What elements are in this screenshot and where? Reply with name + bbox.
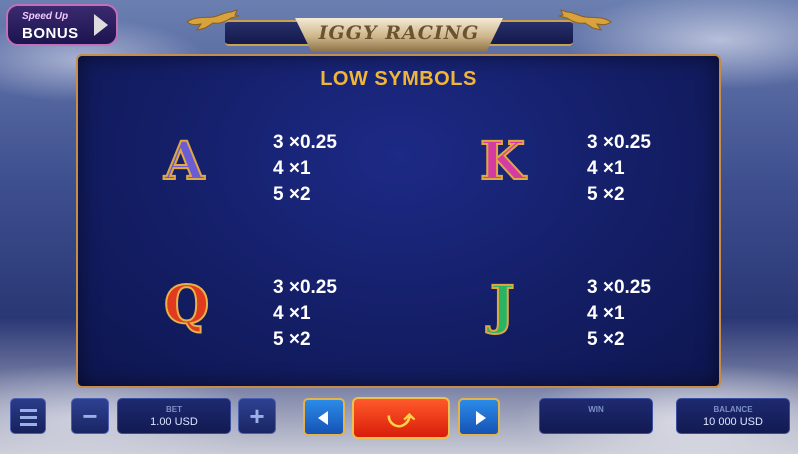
greyhound-icon xyxy=(558,9,612,31)
pay-line: 3 ×0.25 xyxy=(273,132,337,153)
hamburger-icon xyxy=(20,423,37,426)
increase-bet-button[interactable]: + xyxy=(238,398,276,434)
spin-icon: ⤻ xyxy=(387,403,415,433)
balance-display: BALANCE 10 000 USD xyxy=(676,398,790,434)
bet-label: BET xyxy=(166,405,182,414)
control-bar: − BET 1.00 USD + ⤻ WIN BALANCE 10 000 US… xyxy=(0,394,798,454)
hamburger-icon xyxy=(20,416,37,419)
previous-page-button[interactable] xyxy=(303,398,345,436)
paytable-panel: LOW SYMBOLS A 3 ×0.25 4 ×1 5 ×2 K 3 ×0.2… xyxy=(76,54,721,388)
game-title: IGGY RACING xyxy=(318,22,480,44)
spin-button[interactable]: ⤻ xyxy=(352,397,450,439)
symbol-a: A xyxy=(163,131,205,192)
symbol-q: Q xyxy=(163,275,210,336)
pay-line: 4 ×1 xyxy=(587,158,625,179)
symbol-q-pays: 3 ×0.25 4 ×1 5 ×2 xyxy=(273,275,337,353)
arrow-right-icon xyxy=(94,14,108,36)
symbol-j: J xyxy=(489,275,516,336)
greyhound-icon xyxy=(186,9,240,31)
pay-line: 3 ×0.25 xyxy=(587,132,651,153)
pay-line: 4 ×1 xyxy=(587,303,625,324)
symbol-j-pays: 3 ×0.25 4 ×1 5 ×2 xyxy=(587,275,651,353)
hamburger-icon xyxy=(20,409,37,412)
symbol-a-pays: 3 ×0.25 4 ×1 5 ×2 xyxy=(273,130,337,208)
pay-line: 4 ×1 xyxy=(273,158,311,179)
game-title-banner: IGGY RACING xyxy=(185,6,613,58)
pay-line: 3 ×0.25 xyxy=(273,277,337,298)
pay-line: 4 ×1 xyxy=(273,303,311,324)
bet-display: BET 1.00 USD xyxy=(117,398,231,434)
bonus-top-label: Speed Up xyxy=(22,11,69,22)
symbol-k-pays: 3 ×0.25 4 ×1 5 ×2 xyxy=(587,130,651,208)
win-label: WIN xyxy=(588,405,604,414)
pay-line: 5 ×2 xyxy=(273,184,311,205)
win-display: WIN xyxy=(539,398,653,434)
bonus-main-label: BONUS xyxy=(22,25,79,42)
pay-line: 5 ×2 xyxy=(587,184,625,205)
arrow-right-icon xyxy=(476,411,486,425)
pay-line: 5 ×2 xyxy=(273,329,311,350)
next-page-button[interactable] xyxy=(458,398,500,436)
arrow-left-icon xyxy=(318,411,328,425)
pay-line: 3 ×0.25 xyxy=(587,277,651,298)
bet-value: 1.00 USD xyxy=(150,416,198,428)
speed-up-bonus-button[interactable]: Speed Up BONUS xyxy=(6,4,118,46)
decrease-bet-button[interactable]: − xyxy=(71,398,109,434)
balance-value: 10 000 USD xyxy=(703,416,763,428)
balance-label: BALANCE xyxy=(713,405,753,414)
menu-button[interactable] xyxy=(10,398,46,434)
pay-line: 5 ×2 xyxy=(587,329,625,350)
paytable-title: LOW SYMBOLS xyxy=(320,68,477,90)
symbol-k: K xyxy=(479,131,526,192)
